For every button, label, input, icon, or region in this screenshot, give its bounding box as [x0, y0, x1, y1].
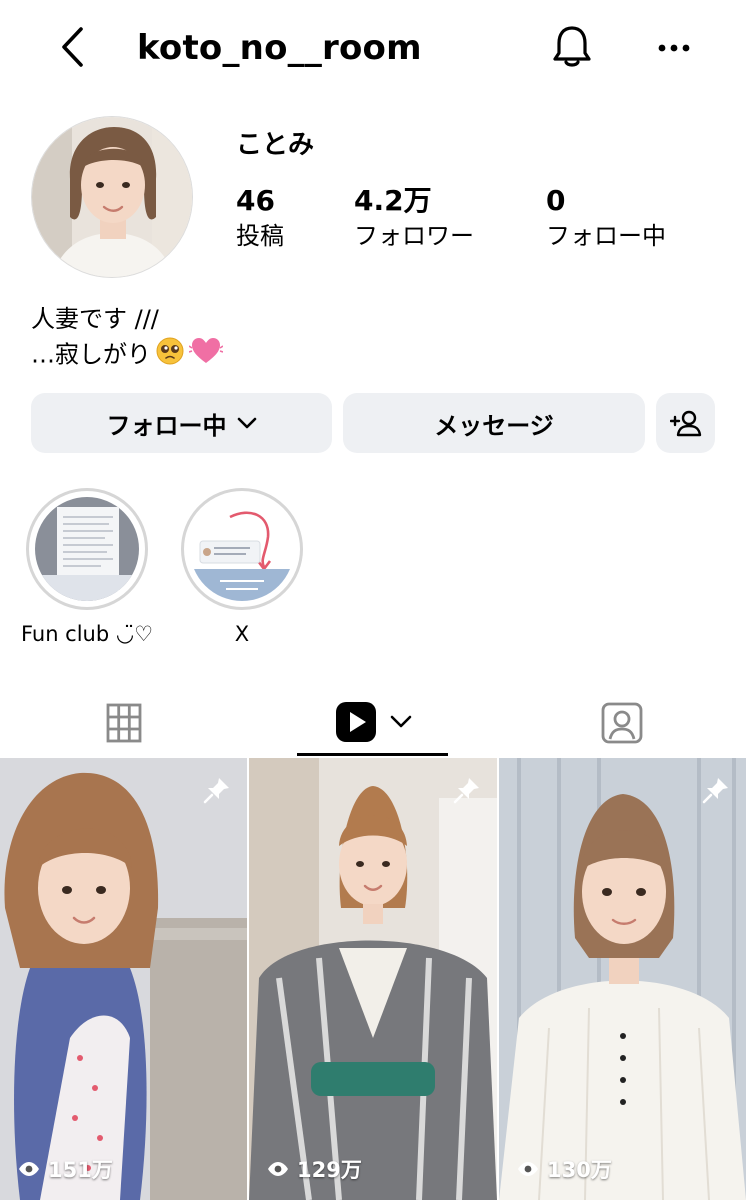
- message-button[interactable]: メッセージ: [343, 393, 645, 453]
- following-count-value: 0: [546, 184, 566, 217]
- add-user-icon: [669, 410, 701, 437]
- profile-username: koto_no__room: [137, 28, 422, 68]
- highlight-fun-club[interactable]: Fun club ◡̈♡: [17, 488, 157, 648]
- notifications-button[interactable]: [548, 22, 596, 72]
- bio-line-1: 人妻です ///: [31, 305, 159, 333]
- reel-view-count: 151万: [18, 1154, 113, 1184]
- reel-thumbnail: [499, 758, 746, 1200]
- grid-icon: [106, 703, 142, 743]
- highlight-ring: [181, 488, 303, 610]
- profile-bio: 人妻です /// …寂しがり: [31, 302, 224, 375]
- following-button[interactable]: フォロー中: [31, 393, 332, 453]
- suggested-users-button[interactable]: [656, 393, 715, 453]
- view-count-text: 151万: [48, 1158, 113, 1182]
- pleading-face-emoji: [155, 336, 185, 375]
- reel-thumbnail: [0, 758, 247, 1200]
- tab-reels[interactable]: [297, 690, 448, 756]
- reel-thumbnail: [249, 758, 497, 1200]
- chevron-left-icon: [62, 27, 83, 67]
- eye-icon: [517, 1161, 539, 1177]
- highlight-ring: [26, 488, 148, 610]
- tab-posts-grid[interactable]: [82, 690, 166, 756]
- eye-icon: [18, 1161, 40, 1177]
- display-name: ことみ: [236, 130, 315, 160]
- chevron-down-icon: [390, 715, 411, 727]
- followers-count-label: フォロワー: [354, 222, 474, 250]
- following-button-label: フォロー中: [106, 411, 227, 440]
- reel-tile[interactable]: 130万: [499, 758, 746, 1200]
- pin-icon: [453, 778, 479, 804]
- reel-tile[interactable]: 151万: [0, 758, 247, 1200]
- reels-icon: [335, 701, 376, 742]
- highlight-cover-image: [35, 497, 139, 601]
- profile-tabs: [0, 690, 746, 756]
- view-count-text: 130万: [547, 1158, 612, 1182]
- pin-icon: [702, 778, 728, 804]
- profile-avatar[interactable]: [31, 116, 193, 278]
- tab-tagged[interactable]: [580, 690, 664, 756]
- reels-grid: 151万 129万 130万: [0, 758, 746, 1200]
- highlight-label: Fun club ◡̈♡: [20, 622, 154, 646]
- bell-icon: [553, 26, 591, 67]
- reel-view-count: 129万: [267, 1154, 362, 1184]
- following-count[interactable]: 0 フォロー中: [546, 184, 666, 252]
- followers-count[interactable]: 4.2万 フォロワー: [354, 184, 474, 252]
- beating-heart-emoji: [188, 336, 224, 375]
- highlight-x[interactable]: X: [172, 488, 312, 648]
- back-button[interactable]: [52, 24, 92, 70]
- reel-tile[interactable]: 129万: [249, 758, 497, 1200]
- posts-count-value: 46: [236, 184, 275, 217]
- eye-icon: [267, 1161, 289, 1177]
- posts-count[interactable]: 46 投稿: [236, 184, 284, 252]
- more-options-button[interactable]: [652, 28, 696, 68]
- bio-line-2: …寂しがり: [31, 336, 224, 375]
- view-count-text: 129万: [297, 1158, 362, 1182]
- message-button-label: メッセージ: [434, 411, 554, 440]
- highlight-label: X: [234, 622, 250, 646]
- tagged-icon: [601, 702, 643, 744]
- chevron-down-icon: [237, 417, 257, 429]
- followers-count-value: 4.2万: [354, 184, 432, 217]
- posts-count-label: 投稿: [236, 222, 284, 250]
- bio-line-2-text: …寂しがり: [31, 340, 151, 369]
- reel-view-count: 130万: [517, 1154, 612, 1184]
- more-horizontal-icon: [658, 44, 690, 52]
- highlight-cover-image: [190, 497, 294, 601]
- pin-icon: [203, 778, 229, 804]
- following-count-label: フォロー中: [546, 222, 666, 250]
- top-bar: koto_no__room: [0, 0, 746, 96]
